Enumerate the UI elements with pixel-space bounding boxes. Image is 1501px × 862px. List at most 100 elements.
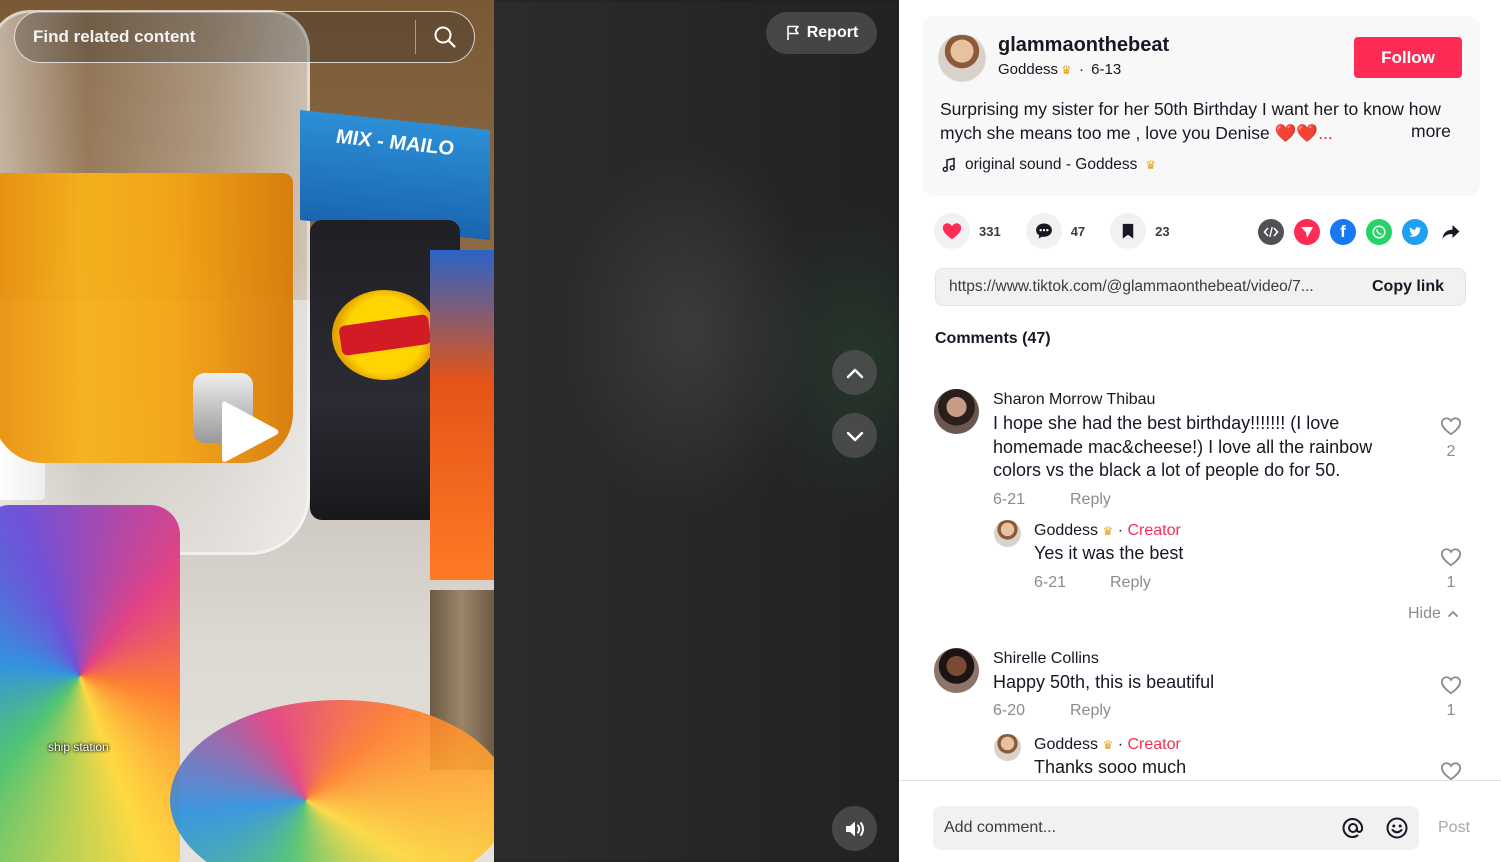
reply-text: Thanks sooo much	[1034, 757, 1187, 777]
author-username[interactable]: glammaonthebeat	[998, 34, 1169, 57]
action-bar: 331 47 23	[934, 213, 1195, 249]
bookmark-icon	[1122, 223, 1134, 239]
embed-code-icon	[1263, 226, 1279, 238]
chevron-up-icon	[1448, 610, 1458, 617]
chevron-up-icon	[846, 368, 863, 378]
comment-like-count: 1	[1446, 702, 1456, 719]
post-date: 6-13	[1091, 61, 1122, 78]
more-link[interactable]: more	[1411, 121, 1451, 142]
author-avatar[interactable]	[938, 34, 986, 82]
crown-icon: ♛	[1102, 524, 1114, 538]
reply-button[interactable]: Reply	[1070, 702, 1111, 720]
comment-text: I hope she had the best birthday!!!!!!! …	[993, 413, 1373, 480]
comment-bubble-icon	[1035, 223, 1052, 239]
facebook-icon: f	[1340, 222, 1346, 241]
reply-avatar[interactable]	[994, 520, 1021, 547]
comment-circle	[1025, 213, 1062, 249]
follow-button[interactable]: Follow	[1354, 37, 1462, 78]
report-button[interactable]: Report	[766, 12, 877, 54]
save-circle	[1110, 213, 1147, 249]
post-comment-button[interactable]: Post	[1438, 819, 1470, 837]
heart-outline-icon	[1440, 676, 1462, 695]
previous-video-button[interactable]	[832, 350, 877, 395]
play-button[interactable]	[220, 398, 282, 466]
search-input[interactable]	[15, 12, 415, 62]
commenter-avatar[interactable]	[934, 648, 979, 693]
comment-input[interactable]	[933, 806, 1331, 850]
twitter-share-button[interactable]	[1402, 219, 1428, 245]
crown-icon: ♛	[1145, 158, 1157, 172]
reply-author-name[interactable]: Goddess	[1034, 736, 1098, 753]
crown-icon: ♛	[1061, 62, 1072, 77]
reply-button[interactable]: Reply	[1070, 491, 1111, 509]
facebook-share-button[interactable]: f	[1330, 219, 1356, 245]
comment-like-count: 2	[1446, 443, 1456, 460]
hide-replies-button[interactable]: Hide	[1408, 605, 1459, 623]
heart-icon	[942, 223, 962, 240]
play-icon	[222, 401, 279, 462]
creator-badge: Creator	[1127, 736, 1181, 753]
music-link[interactable]: original sound - Goddess ♛	[941, 156, 1156, 174]
comment-button[interactable]: 47	[1025, 213, 1085, 249]
commenter-avatar[interactable]	[934, 389, 979, 434]
commenter-name[interactable]: Sharon Morrow Thibau	[993, 391, 1155, 409]
heart-outline-icon	[1440, 762, 1462, 780]
reply-author-name[interactable]: Goddess	[1034, 522, 1098, 539]
reply-like-button[interactable]: 1	[1436, 547, 1466, 592]
emoji-button[interactable]	[1375, 816, 1419, 840]
like-count: 331	[979, 223, 1001, 239]
report-label: Report	[806, 24, 859, 41]
whatsapp-icon	[1372, 225, 1386, 239]
video-info-card: glammaonthebeat Goddess ♛ · 6-13 Follow …	[922, 16, 1480, 196]
separator-dot: ·	[1117, 522, 1124, 539]
commenter-name[interactable]: Shirelle Collins	[993, 650, 1099, 668]
more-share-button[interactable]	[1438, 219, 1464, 245]
comment-like-button[interactable]: 1	[1436, 675, 1466, 720]
video-frame[interactable]: MIX - MAILO ship station	[0, 0, 494, 862]
copy-link-button[interactable]: Copy link	[1356, 278, 1465, 296]
like-circle	[934, 213, 970, 249]
comment-like-button[interactable]: 2	[1436, 416, 1466, 461]
video-scene-tie-dye-plates	[0, 505, 180, 862]
smiley-icon	[1386, 817, 1408, 839]
mention-button[interactable]	[1331, 816, 1375, 840]
chevron-down-icon	[846, 431, 863, 441]
crown-icon: ♛	[1102, 738, 1114, 752]
creator-badge: Creator	[1127, 522, 1181, 539]
video-description: Surprising my sister for her 50th Birthd…	[940, 97, 1470, 145]
share-row: f	[1258, 219, 1464, 245]
reply-date: 6-21	[1034, 574, 1067, 591]
search-bar[interactable]	[14, 11, 475, 63]
search-icon	[434, 26, 456, 48]
music-label: original sound - Goddess	[965, 156, 1138, 173]
volume-button[interactable]	[832, 806, 877, 851]
save-count: 23	[1155, 223, 1170, 239]
like-button[interactable]: 331	[934, 213, 1001, 249]
reply-author: Goddess ♛ · Creator	[1034, 522, 1181, 540]
reply-author: Goddess ♛ · Creator	[1034, 736, 1181, 754]
video-scene-chips-bag-orange	[430, 250, 494, 580]
video-player[interactable]: MIX - MAILO ship station Report	[0, 0, 899, 862]
comment-input-wrapper[interactable]	[933, 806, 1419, 850]
author-nickname[interactable]: Goddess	[998, 61, 1058, 78]
reply-text: Yes it was the best	[1034, 543, 1184, 563]
comments-heading: Comments (47)	[935, 330, 1051, 347]
embed-share-button[interactable]	[1258, 219, 1284, 245]
comments-list[interactable]: Sharon Morrow Thibau I hope she had the …	[899, 370, 1501, 780]
whatsapp-share-button[interactable]	[1366, 219, 1392, 245]
reply-avatar[interactable]	[994, 734, 1021, 761]
volume-icon	[845, 821, 864, 836]
reply-like-button[interactable]	[1436, 761, 1466, 780]
save-button[interactable]: 23	[1110, 213, 1170, 249]
share-link-text[interactable]: https://www.tiktok.com/@glammaonthebeat/…	[936, 278, 1356, 296]
separator-dot: ·	[1074, 61, 1089, 78]
comment-date: 6-20	[993, 702, 1026, 719]
next-video-button[interactable]	[832, 413, 877, 458]
comment-text: Happy 50th, this is beautiful	[993, 672, 1215, 692]
heart-emoji-icons: ❤️❤️...	[1274, 123, 1333, 143]
send-to-friends-button[interactable]	[1294, 219, 1320, 245]
search-button[interactable]	[416, 12, 474, 62]
reply-button[interactable]: Reply	[1110, 574, 1151, 592]
twitter-bird-icon	[1409, 227, 1421, 237]
author-subline: Goddess ♛ · 6-13	[998, 61, 1121, 78]
